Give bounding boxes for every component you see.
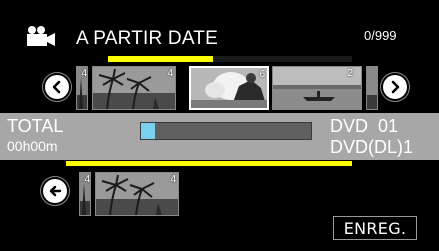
previous-page-button[interactable] [45,75,69,99]
chevron-left-icon [52,80,61,94]
scene-progress-fill [108,56,213,62]
thumbnail-number: 4 [84,174,90,185]
arrow-left-icon [49,185,62,197]
thumbnail-number: 4 [167,68,173,79]
thumbnail-partial[interactable] [366,66,378,110]
thumbnail-selected[interactable]: 6 [189,66,269,110]
video-camera-icon [24,25,56,47]
thumbnail-number: 4 [81,68,87,79]
thumbnail[interactable]: 4 [92,66,176,110]
thumbnail-number: 4 [170,174,176,185]
capacity-bar-track [140,122,312,140]
capacity-bar-fill [141,123,155,139]
disc-count-dvd-dl: DVD(DL)1 [330,137,414,157]
chevron-right-icon [391,80,400,94]
total-label: TOTAL [7,116,64,136]
thumbnail-partial[interactable]: 4 [76,66,88,110]
selected-thumbnail-partial[interactable]: 4 [79,172,91,216]
selection-indicator-bar [66,161,352,166]
back-button[interactable] [43,179,67,203]
total-time: 00h00m [7,138,58,154]
selected-thumbnail[interactable]: 4 [95,172,179,216]
thumbnail-number: 6 [259,69,265,80]
thumbnail-number: 2 [347,68,353,79]
next-page-button[interactable] [383,75,407,99]
mode-title: A PARTIR DATE [76,28,218,49]
disc-count-dvd: DVD 01 [330,116,399,136]
record-button[interactable]: ENREG. [333,216,417,240]
thumbnail[interactable]: 2 [272,66,362,110]
thumbnail-strip: 4 4 6 2 [76,66,378,110]
scene-counter: 0/999 [364,28,397,43]
